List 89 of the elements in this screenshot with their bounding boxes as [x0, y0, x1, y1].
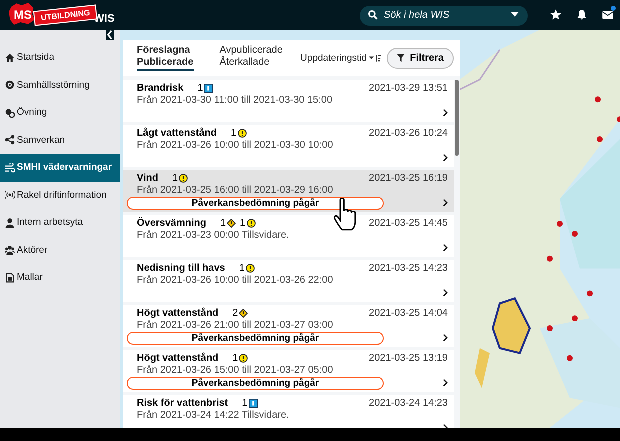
- home-icon: [5, 52, 15, 63]
- updated-time: 2021-03-25 13:19: [369, 353, 448, 364]
- updated-time: 2021-03-29 13:51: [369, 83, 448, 94]
- sort-dropdown[interactable]: Uppdateringstid: [300, 52, 382, 64]
- warning-period: Från 2021-03-26 15:00 till 2021-03-27 05:00: [137, 365, 334, 376]
- warning-count: 1: [240, 218, 246, 229]
- warning-title: Brandrisk: [137, 83, 184, 94]
- sort-icon: [369, 54, 382, 62]
- warning-count: 1: [239, 263, 245, 274]
- warning-item[interactable]: Lågt vattenstånd 1 2021-03-26 10:24 Från 2021-03-26 10:00 till 2021-03-30 10:00: [123, 125, 454, 167]
- warning-count: 1: [232, 353, 238, 364]
- warning-title: Högt vattenstånd: [137, 308, 219, 319]
- assessment-status: Påverkansbedömning pågår: [127, 332, 384, 344]
- tab[interactable]: Återkallade: [220, 57, 270, 69]
- warning-period: Från 2021-03-25 16:00 till 2021-03-29 16:00: [137, 185, 334, 196]
- users-icon: [5, 245, 15, 256]
- warning-item[interactable]: Vind 1 2021-03-25 16:19 Från 2021-03-25 16:00 till 2021-03-29 16:00 Påverkansbedömning pågår: [123, 170, 454, 212]
- user-icon: [5, 218, 15, 228]
- updated-time: 2021-03-26 10:24: [369, 128, 448, 139]
- bell-icon[interactable]: [576, 9, 588, 21]
- warning-title: Risk för vattenbrist: [137, 398, 228, 409]
- warning-diamond-icon: [227, 219, 236, 228]
- logo-text: MS: [14, 8, 32, 22]
- assessment-status: Påverkansbedömning pågår: [127, 196, 384, 210]
- warning-circle-icon: [238, 129, 247, 138]
- share-icon: [5, 135, 15, 146]
- sidebar-item[interactable]: Startsida: [0, 44, 120, 72]
- warning-circle-icon: [246, 264, 255, 273]
- warning-circle-icon: [239, 354, 248, 363]
- signal-icon: [5, 190, 15, 200]
- warning-count: 1: [231, 128, 237, 139]
- warning-item[interactable]: Brandrisk 1 2021-03-29 13:51 Från 2021-03-30 11:00 till 2021-03-30 15:00: [123, 80, 454, 122]
- target-icon: [5, 80, 15, 90]
- mail-icon[interactable]: [602, 9, 614, 21]
- sidebar-item[interactable]: Mallar: [0, 264, 120, 292]
- tab[interactable]: Avpublicerade: [220, 45, 283, 57]
- collapse-chevron-icon[interactable]: [106, 30, 114, 40]
- star-icon[interactable]: [550, 9, 562, 21]
- search-icon: [368, 10, 378, 20]
- warning-title: Lågt vattenstånd: [137, 128, 218, 139]
- warning-circle-icon: [246, 219, 256, 228]
- funnel-icon: [397, 54, 406, 62]
- logo-splash-icon: [9, 2, 35, 26]
- warning-count: 1: [220, 218, 226, 229]
- sidebar-item[interactable]: Aktörer: [0, 236, 120, 264]
- warning-title: Översvämning: [137, 218, 206, 229]
- warning-title: Högt vattenstånd: [137, 353, 219, 364]
- file-icon: [5, 272, 15, 283]
- updated-time: 2021-03-24 14:23: [369, 398, 448, 409]
- sidebar-item[interactable]: Samverkan: [0, 126, 120, 154]
- sidebar-item[interactable]: Samhällsstörning: [0, 72, 120, 99]
- assessment-status: Påverkansbedömning pågår: [127, 376, 384, 390]
- caret-icon: [511, 12, 519, 17]
- warning-diamond-icon: [239, 309, 248, 318]
- warning-item[interactable]: Översvämning 1 1 2021-03-25 14:45 Från 2021-03-23 00:00 Tillsvidare.: [123, 215, 454, 257]
- warning-period: Från 2021-03-26 10:00 till 2021-03-30 10:00: [137, 140, 334, 151]
- warning-circle-icon: [179, 174, 188, 183]
- scrollbar-thumb[interactable]: [455, 80, 459, 156]
- gears-icon: [5, 108, 15, 118]
- warning-count: 1: [198, 83, 204, 94]
- tab[interactable]: Föreslagna: [137, 45, 190, 57]
- warning-item[interactable]: Högt vattenstånd 2 2021-03-25 14:04 Från 2021-03-26 21:00 till 2021-03-27 03:00 Påverkansbedömning pågår: [123, 305, 454, 347]
- updated-time: 2021-03-25 16:19: [369, 173, 448, 184]
- warning-title: Nedisning till havs: [137, 263, 226, 274]
- tab[interactable]: Publicerade: [137, 57, 194, 71]
- sidebar-item[interactable]: Intern arbetsyta: [0, 209, 120, 236]
- warning-item[interactable]: Nedisning till havs 1 2021-03-25 14:23 Från 2021-03-26 10:00 till 2021-03-26 22:00: [123, 260, 454, 302]
- warning-period: Från 2021-03-26 21:00 till 2021-03-27 03:00: [137, 320, 334, 331]
- warning-period: Från 2021-03-26 10:00 till 2021-03-26 22:00: [137, 275, 334, 286]
- updated-time: 2021-03-25 14:23: [369, 263, 448, 274]
- updated-time: 2021-03-25 14:04: [369, 308, 448, 319]
- warning-count: 1: [172, 173, 178, 184]
- warning-title: Vind: [137, 173, 158, 184]
- warning-period: Från 2021-03-23 00:00 Tillsvidare.: [137, 230, 290, 241]
- warning-period: Från 2021-03-30 11:00 till 2021-03-30 15:00: [137, 95, 334, 106]
- wind-icon: [5, 162, 15, 173]
- sidebar-item[interactable]: Rakel driftinformation: [0, 182, 120, 209]
- search-field[interactable]: Sök i hela WIS: [360, 6, 528, 26]
- filter-button[interactable]: Filtrera: [387, 48, 454, 68]
- warning-period: Från 2021-03-24 14:22 Tillsvidare.: [137, 410, 290, 421]
- warning-count: 1: [242, 398, 248, 409]
- warning-count: 2: [232, 308, 238, 319]
- updated-time: 2021-03-25 14:45: [369, 218, 448, 229]
- sidebar-item[interactable]: SMHI vädervarningar: [0, 154, 120, 182]
- warning-item[interactable]: Högt vattenstånd 1 2021-03-25 13:19 Från 2021-03-26 15:00 till 2021-03-27 05:00 Påverkansbedömning pågår: [123, 350, 454, 392]
- sidebar-item[interactable]: Övning: [0, 99, 120, 126]
- info-square-icon: [248, 399, 258, 408]
- warning-item[interactable]: Risk för vattenbrist 1 2021-03-24 14:23 Från 2021-03-24 14:22 Tillsvidare.: [123, 395, 454, 428]
- info-square-icon: [204, 84, 214, 93]
